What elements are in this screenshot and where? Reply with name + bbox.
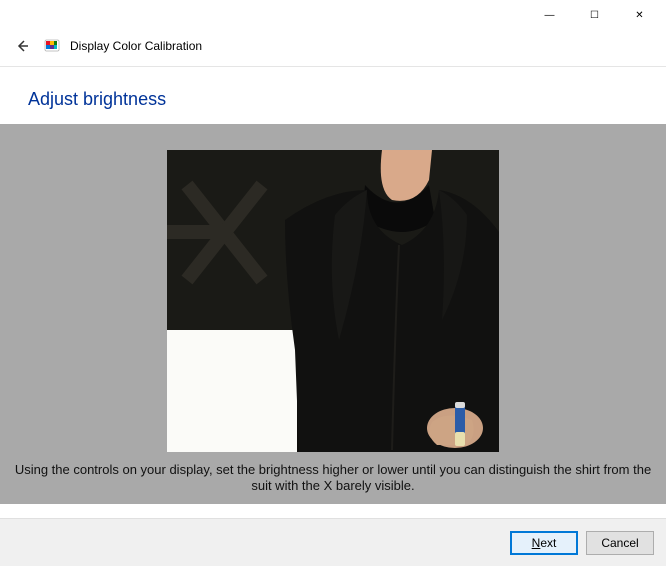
next-button[interactable]: Next [510,531,578,555]
maximize-button[interactable]: ☐ [572,1,617,29]
back-arrow-icon [14,38,30,54]
window-titlebar: — ☐ ✕ [0,0,666,30]
minimize-button[interactable]: — [527,1,572,29]
instruction-text: Using the controls on your display, set … [0,452,666,495]
app-icon [44,38,60,54]
header-bar: Display Color Calibration [0,30,666,67]
app-title: Display Color Calibration [70,39,202,53]
content-area: Using the controls on your display, set … [0,124,666,504]
close-button[interactable]: ✕ [617,1,662,29]
page-heading: Adjust brightness [28,89,638,110]
calibration-reference-image [167,150,499,452]
button-row: Next Cancel [0,518,666,566]
heading-area: Adjust brightness [0,67,666,124]
next-label-rest: ext [540,536,556,550]
back-button[interactable] [10,34,34,58]
cancel-button[interactable]: Cancel [586,531,654,555]
